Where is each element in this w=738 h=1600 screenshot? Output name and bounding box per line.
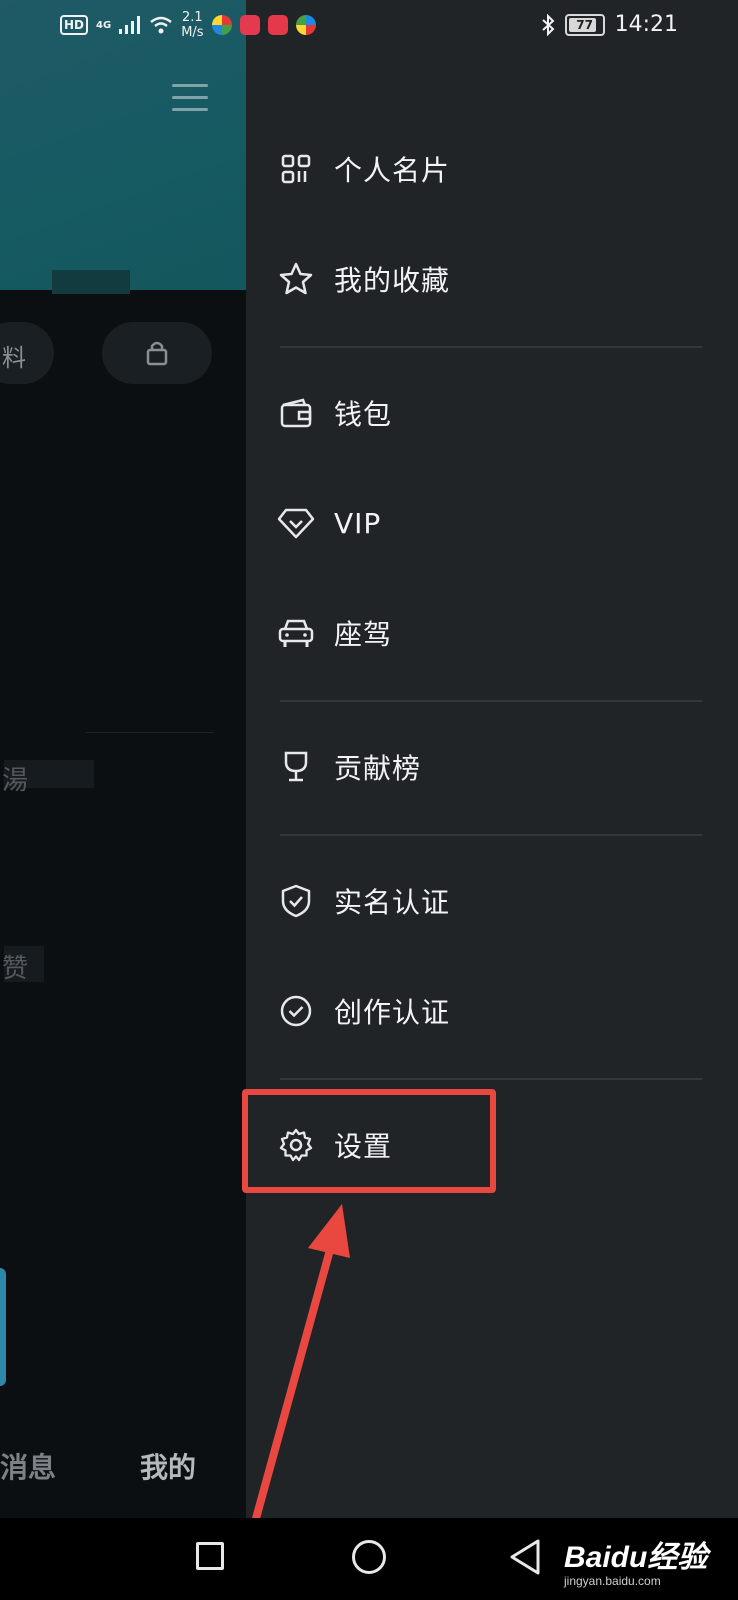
status-bar: HD 4G 2.1 M/s 77 14:21 [0,0,738,56]
menu-item-leaderboard[interactable]: 贡献榜 [276,712,696,822]
menu-item-vehicle[interactable]: 座驾 [276,578,696,688]
shield-check-icon [276,881,316,921]
menu-item-label: 实名认证 [334,886,451,919]
app-notification-icon [211,15,232,35]
book-app-icon [267,15,288,35]
network-type: 4G [96,19,112,31]
menu-item-creator-verification[interactable]: 创作认证 [276,956,696,1066]
divider [280,1078,702,1080]
menu-item-vip[interactable]: VIP [276,468,696,578]
wallet-icon [276,393,316,433]
heart-app-icon [239,15,260,35]
diamond-icon [276,503,316,543]
menu-item-real-name-verification[interactable]: 实名认证 [276,846,696,956]
menu-item-label: 创作认证 [334,996,451,1029]
bluetooth-icon [541,13,555,36]
check-circle-icon [276,991,316,1031]
qr-card-icon [276,149,316,189]
system-navigation-bar: Baidu经验 jingyan.baidu.com [0,1518,738,1600]
clock: 14:21 [614,12,678,37]
pill-label: 料 [2,344,26,372]
menu-item-business-card[interactable]: 个人名片 [276,114,696,224]
app-notification-icon [295,15,316,35]
menu-item-label: 钱包 [334,398,393,431]
home-button[interactable] [352,1540,386,1574]
wifi-icon [150,16,172,34]
divider [280,346,702,348]
watermark-brand: Baidu经验 [564,1541,708,1574]
menu-item-label: 贡献榜 [334,752,422,785]
watermark-url: jingyan.baidu.com [564,1574,661,1588]
tab-mine[interactable]: 我的 [140,1446,196,1486]
hamburger-menu-icon[interactable] [172,84,208,120]
divider [280,834,702,836]
wallet-pill-button[interactable] [102,322,212,384]
divider [86,732,214,733]
recent-apps-button[interactable] [196,1542,224,1570]
hd-badge: HD [60,15,89,35]
menu-item-wallet[interactable]: 钱包 [276,358,696,468]
floating-button-edge[interactable] [0,1268,6,1386]
blurred-region [52,270,130,294]
signal-icon [119,16,141,34]
menu-item-label: VIP [334,506,382,540]
blurred-text: 赞 [2,954,29,984]
watermark: Baidu经验 jingyan.baidu.com [564,1532,707,1588]
tab-messages[interactable]: 消息 [0,1446,56,1486]
network-speed: 2.1 M/s [181,10,204,40]
menu-item-label: 座驾 [334,618,393,651]
bottom-tab-bar: 消息 我的 [0,1440,246,1500]
side-drawer: 个人名片 我的收藏 钱包 VIP 座驾 贡献榜 实名认证 创作认证 设置 [246,0,738,1518]
menu-item-favorites[interactable]: 我的收藏 [276,224,696,334]
highlight-box [242,1089,496,1193]
car-icon [276,613,316,653]
blurred-text: 湯 [2,766,29,796]
lock-icon [146,341,168,366]
trophy-icon [276,747,316,787]
divider [280,700,702,702]
background-page: 料 湯 赞 消息 我的 [0,0,246,1518]
battery-indicator: 77 [564,13,605,36]
back-button[interactable] [508,1538,542,1576]
menu-item-label: 我的收藏 [334,264,451,297]
menu-item-label: 个人名片 [334,154,451,187]
star-icon [276,259,316,299]
